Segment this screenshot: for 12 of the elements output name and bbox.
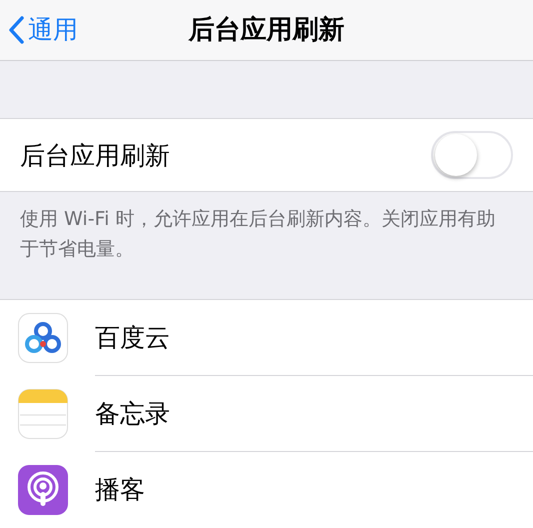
app-name: 百度云 bbox=[95, 322, 170, 354]
cloud-app-icon bbox=[18, 313, 68, 363]
screen-title: 后台应用刷新 bbox=[188, 14, 344, 47]
back-chevron-icon bbox=[8, 16, 24, 44]
toggle-switch[interactable] bbox=[431, 131, 513, 180]
app-name: 备忘录 bbox=[95, 398, 170, 430]
notepad-app-icon bbox=[18, 389, 68, 439]
app-name: 播客 bbox=[95, 474, 145, 506]
row-label: 后台应用刷新 bbox=[20, 140, 170, 172]
podcast-app-icon bbox=[18, 465, 68, 515]
description-text: 使用 Wi-Fi 时，允许应用在后台刷新内容。关闭应用有助于节省电量。 bbox=[19, 207, 496, 262]
back-button[interactable]: 通用 bbox=[0, 11, 78, 49]
